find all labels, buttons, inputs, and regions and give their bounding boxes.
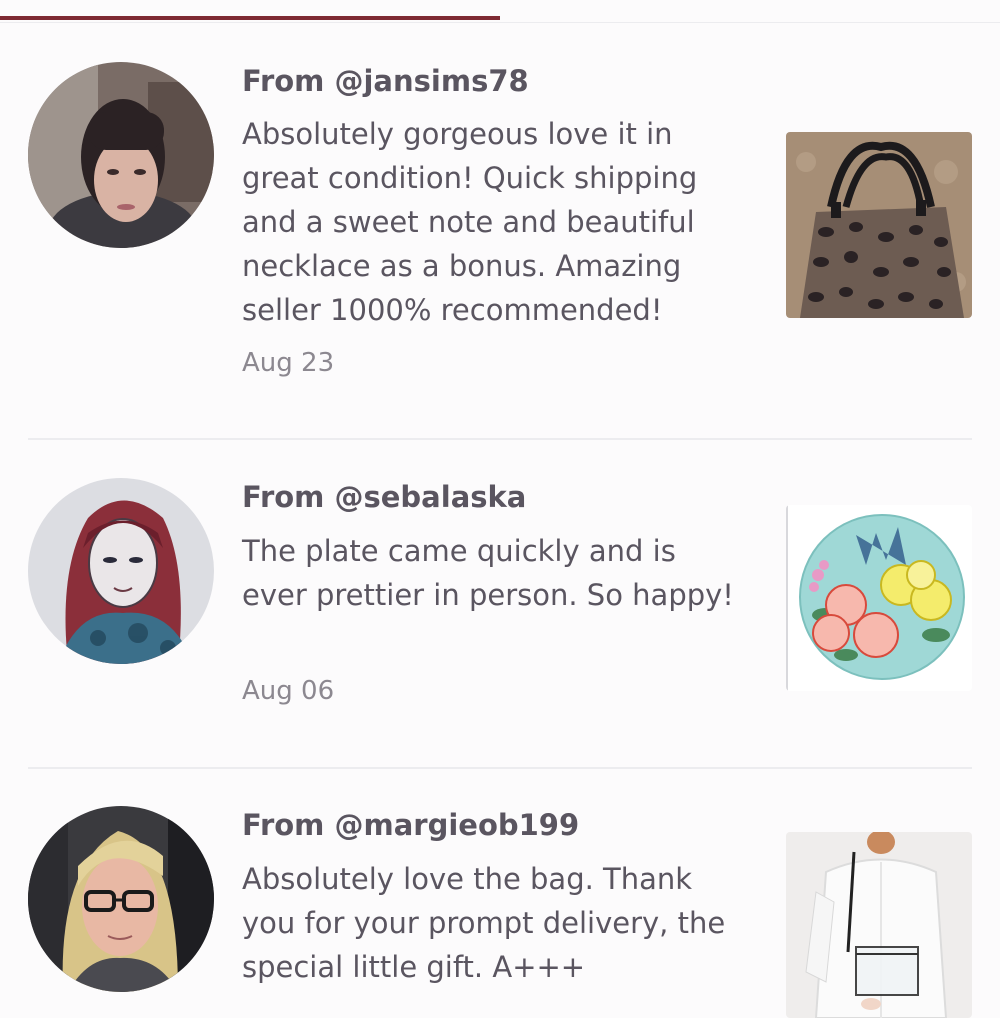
reviewed-item-thumbnail[interactable] [786, 132, 972, 318]
tab-bar [0, 0, 1000, 24]
active-tab-indicator [0, 16, 500, 20]
review-divider [28, 438, 972, 440]
reviewer-avatar[interactable] [28, 478, 214, 664]
review-author[interactable]: From @margieob199 [242, 808, 579, 842]
reviewed-item-thumbnail[interactable] [786, 832, 972, 1018]
review-text: Absolutely gorgeous love it in great con… [242, 117, 698, 327]
review-date: Aug 06 [242, 676, 335, 706]
review-author[interactable]: From @jansims78 [242, 64, 529, 98]
review-author[interactable]: From @sebalaska [242, 480, 526, 514]
review-divider [28, 767, 972, 769]
review-date: Aug 23 [242, 348, 335, 378]
tab-bar-divider [0, 22, 1000, 23]
reviewer-avatar[interactable] [28, 62, 214, 248]
review-text: Absolutely love the bag. Thank you for y… [242, 862, 726, 984]
reviewer-avatar[interactable] [28, 806, 214, 992]
review-text: The plate came quickly and is ever prett… [242, 534, 734, 612]
reviewed-item-thumbnail[interactable] [786, 505, 972, 691]
